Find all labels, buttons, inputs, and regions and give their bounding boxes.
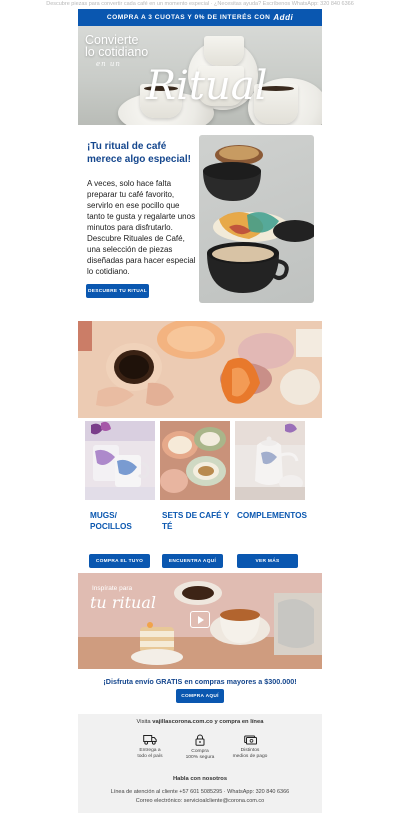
footer: Visita vajillascorona.com.co y compra en… <box>78 714 322 813</box>
features-row: Entrega a todo el país Compra 100% segur… <box>130 734 270 761</box>
hero-script-title: Ritual <box>146 63 268 109</box>
video-banner-title: Inspírate para <box>92 585 133 592</box>
feature-secure-line2: 100% segura <box>185 755 215 761</box>
preheader-text: Descubre piezas para convertir cada café… <box>46 1 354 7</box>
coffee-sets-illustration <box>160 421 230 500</box>
feature-secure: Compra 100% segura <box>180 734 220 761</box>
coffee-sets-photo[interactable] <box>160 421 230 500</box>
category-title-mugs[interactable]: MUGS/ POCILLOS <box>90 510 156 532</box>
coffee-cups-illustration <box>203 145 314 293</box>
email-container: COMPRA A 3 CUOTAS Y 0% DE INTERÉS CON Ad… <box>78 9 322 813</box>
intro-section: ¡Tu ritual de café merece algo especial!… <box>78 125 322 321</box>
mugs-photo[interactable] <box>85 421 155 500</box>
feature-payment-line2: medios de pago <box>232 754 268 760</box>
discover-ritual-button[interactable]: DESCUBRE TU RITUAL <box>86 284 149 298</box>
help-title: Habla con nosotros <box>172 776 228 782</box>
video-banner-script: tu ritual <box>90 593 156 612</box>
promo-bar[interactable]: COMPRA A 3 CUOTAS Y 0% DE INTERÉS CON Ad… <box>78 9 322 26</box>
feature-delivery: Entrega a todo el país <box>130 734 170 761</box>
intro-body: A veces, solo hace falta preparar tu caf… <box>87 178 197 277</box>
complements-illustration <box>235 421 305 500</box>
ritual-video-banner[interactable]: Inspírate para tu ritual <box>78 573 322 669</box>
coffee-table-illustration <box>78 321 322 418</box>
intro-paragraph: A veces, solo hace falta preparar tu caf… <box>87 179 196 232</box>
visit-line: Visita vajillascorona.com.co y compra en… <box>78 719 322 725</box>
website-link[interactable]: vajillascorona.com.co <box>152 719 213 725</box>
mugs-illustration <box>85 421 155 500</box>
coffee-cups-photo[interactable] <box>199 135 314 303</box>
buy-here-button[interactable]: COMPRA AQUÍ <box>176 689 224 703</box>
buy-mugs-button[interactable]: COMPRA EL TUYO <box>89 554 150 568</box>
category-title-sets[interactable]: SETS DE CAFÉ Y TÉ <box>162 510 230 532</box>
play-icon[interactable] <box>190 611 210 628</box>
email-line[interactable]: Correo electrónico: servicioalcliente@co… <box>78 798 322 804</box>
payment-icon <box>243 735 257 745</box>
category-title-complements[interactable]: COMPLEMENTOS <box>237 510 313 521</box>
free-shipping-text: ¡Disfruta envío GRATIS en compras mayore… <box>103 677 297 686</box>
hero-banner[interactable]: Convierte lo cotidiano en un Ritual <box>78 26 322 125</box>
promo-text: COMPRA A 3 CUOTAS Y 0% DE INTERÉS CON <box>106 14 271 21</box>
lock-icon <box>195 734 205 746</box>
hero-subtitle: en un <box>96 60 121 68</box>
feature-delivery-line2: todo el país <box>137 754 163 760</box>
categories-section: MUGS/ POCILLOS SETS DE CAFÉ Y TÉ COMPLEM… <box>78 418 322 568</box>
complements-photo[interactable] <box>235 421 305 500</box>
see-more-button[interactable]: VER MÁS <box>237 554 298 568</box>
shipping-section: ¡Disfruta envío GRATIS en compras mayore… <box>78 669 322 714</box>
hero-title: Convierte lo cotidiano <box>85 34 149 59</box>
addi-logo: Addi <box>273 13 294 22</box>
visit-prefix: Visita <box>136 719 151 725</box>
find-sets-button[interactable]: ENCUENTRA AQUÍ <box>162 554 223 568</box>
coffee-table-photo[interactable] <box>78 321 322 418</box>
visit-suffix: y compra en línea <box>214 719 264 725</box>
hero-cup <box>204 36 244 66</box>
intro-title: ¡Tu ritual de café merece algo especial! <box>87 141 191 165</box>
feature-payment: Distintos medios de pago <box>230 734 270 761</box>
contact-line[interactable]: Línea de atención al cliente +57 601 508… <box>78 789 322 795</box>
hero-title-line2: lo cotidiano <box>85 45 149 59</box>
intro-paragraph: Descubre Rituales de Café, una selección… <box>87 234 196 276</box>
truck-icon <box>143 735 157 745</box>
